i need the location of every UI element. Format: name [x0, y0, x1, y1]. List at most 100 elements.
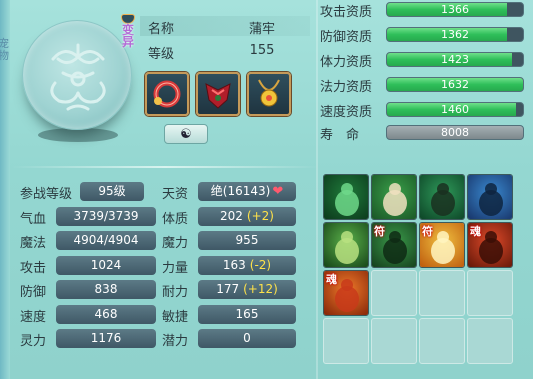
- qualification-bar: 1632: [386, 77, 524, 92]
- qualification-bar: 1423: [386, 52, 524, 67]
- attribute-bonus: (-2): [249, 257, 272, 272]
- qualification-value: 1362: [441, 28, 469, 41]
- pet-level: 155: [249, 43, 275, 58]
- yinyang-button[interactable]: ☯: [164, 124, 208, 144]
- attribute-label: 速度: [20, 309, 47, 325]
- skill-slot[interactable]: 符: [371, 222, 417, 268]
- skill-slot-empty[interactable]: [467, 270, 513, 316]
- attribute-row-left: 速度 468: [20, 304, 156, 325]
- attribute-value: 955: [235, 233, 259, 247]
- qualification-row: 防御资质 1362: [318, 25, 528, 45]
- skill-slot[interactable]: 魂: [467, 222, 513, 268]
- attribute-row-right: 力量 163 (-2): [162, 255, 298, 276]
- skill-slot[interactable]: [323, 174, 369, 220]
- attribute-label: 潜力: [162, 334, 189, 349]
- attribute-value-box: 163 (-2): [198, 255, 296, 275]
- attribute-label: 耐力: [162, 285, 189, 300]
- skill-slot-empty[interactable]: [419, 318, 465, 364]
- attribute-value: 3739/3739: [56, 206, 156, 226]
- attribute-value: 1024: [56, 255, 156, 275]
- attribute-row-right: 敏捷 165: [162, 304, 298, 325]
- attribute-row-left: 攻击 1024: [20, 255, 156, 276]
- equipment-slot-1[interactable]: [145, 72, 189, 116]
- attribute-value: 4904/4904: [56, 231, 156, 250]
- attribute-row-left: 魔法 4904/4904: [20, 231, 156, 251]
- attribute-value-box: 绝(16143) ❤: [198, 182, 296, 201]
- amulet-icon: [258, 79, 280, 107]
- skill-cat-icon: [420, 175, 464, 219]
- skill-hand-icon: [372, 175, 416, 219]
- attribute-value: 165: [235, 306, 259, 321]
- skill-slot[interactable]: [467, 174, 513, 220]
- attribute-label: 魔法: [20, 236, 47, 251]
- attribute-value: 95级: [80, 182, 144, 201]
- skill-slot[interactable]: [323, 222, 369, 268]
- attribute-value-box: 177 (+12): [198, 280, 296, 299]
- skill-slot-empty[interactable]: [323, 318, 369, 364]
- attribute-value: 838: [56, 280, 156, 299]
- equipment-slot-3[interactable]: [247, 72, 291, 116]
- qualification-bar: 1460: [386, 102, 524, 117]
- attribute-row-right: 潜力 0: [162, 329, 298, 349]
- pet-name-row: 名称 蒲牢: [140, 16, 310, 37]
- pet-level-row: 等级 155: [140, 41, 310, 62]
- skill-slot[interactable]: 符: [419, 222, 465, 268]
- collar-icon: [153, 80, 181, 108]
- attribute-row-left: 气血 3739/3739: [20, 206, 156, 227]
- attribute-label: 灵力: [20, 334, 47, 349]
- skill-slot-empty[interactable]: [371, 270, 417, 316]
- qualification-label: 防御资质: [320, 30, 373, 45]
- attribute-row-left: 灵力 1176: [20, 329, 156, 349]
- attribute-row-left: 参战等级 95级: [20, 182, 156, 202]
- skill-tag: 魂: [326, 273, 337, 286]
- attribute-value: 163: [222, 257, 246, 272]
- skill-slot-empty[interactable]: [419, 270, 465, 316]
- skill-tag: 符: [374, 225, 385, 238]
- attribute-label: 魔力: [162, 236, 189, 251]
- attribute-value-box: 165: [198, 304, 296, 324]
- attribute-label: 天资: [162, 187, 189, 202]
- qualification-value: 1423: [441, 53, 469, 66]
- qualification-label: 体力资质: [320, 55, 373, 70]
- skill-tag: 魂: [470, 225, 481, 238]
- qualification-label: 寿 命: [320, 128, 360, 143]
- qualification-value: 1366: [441, 3, 469, 16]
- pet-detail-panel: 宠物 变异 名称 蒲牢 等级 155 ☯ 攻击资质 1366 防御资质 1362…: [0, 0, 533, 379]
- qualification-bar: 1362: [386, 27, 524, 42]
- level-label: 等级: [148, 47, 175, 62]
- attribute-row-right: 体质 202 (+2): [162, 206, 298, 227]
- attribute-value: 202: [220, 208, 243, 223]
- attribute-label: 攻击: [20, 260, 47, 276]
- section-divider: [12, 166, 318, 168]
- qualification-row: 攻击资质 1366: [318, 0, 528, 20]
- attribute-row-right: 耐力 177 (+12): [162, 280, 298, 300]
- qualification-row: 速度资质 1460: [318, 100, 528, 120]
- attribute-bonus: (+12): [243, 282, 278, 296]
- qualification-label: 攻击资质: [320, 5, 373, 20]
- attribute-row-right: 天资 绝(16143) ❤: [162, 182, 298, 202]
- skill-bell-icon: [324, 223, 368, 267]
- name-label: 名称: [148, 22, 175, 37]
- skill-wolf-icon: [468, 175, 512, 219]
- skill-slot-empty[interactable]: [467, 318, 513, 364]
- mutation-label: 变异: [121, 23, 134, 49]
- attribute-row-right: 魔力 955: [162, 231, 298, 251]
- pet-emblem-medallion: [22, 20, 132, 130]
- attribute-value-box: 0: [198, 329, 296, 348]
- skill-slot[interactable]: [419, 174, 465, 220]
- attribute-bonus: (+2): [246, 208, 274, 223]
- attribute-value-box: 202 (+2): [198, 206, 296, 226]
- pet-name: 蒲牢: [248, 22, 275, 37]
- qualification-row: 法力资质 1632: [318, 75, 528, 95]
- attribute-value: 绝(16143): [210, 184, 271, 198]
- skill-slot-empty[interactable]: [371, 318, 417, 364]
- skill-grid: 符符魂魂: [323, 174, 513, 364]
- qualification-row: 体力资质 1423: [318, 50, 528, 70]
- attribute-row-left: 防御 838: [20, 280, 156, 300]
- skill-slot[interactable]: 魂: [323, 270, 369, 316]
- heart-icon[interactable]: ❤: [272, 184, 283, 199]
- equipment-slot-2[interactable]: [196, 72, 240, 116]
- skill-slot[interactable]: [371, 174, 417, 220]
- armor-icon: [205, 83, 231, 109]
- attribute-label: 体质: [162, 211, 189, 227]
